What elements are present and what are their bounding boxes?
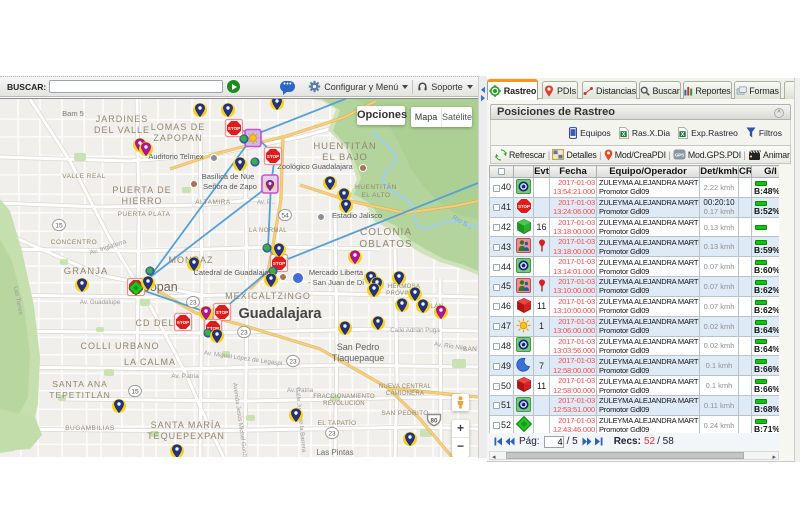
svg-text:GPS: GPS: [675, 153, 684, 158]
svg-text:15: 15: [55, 222, 63, 229]
svg-text:X: X: [681, 132, 685, 138]
svg-text:15: 15: [131, 388, 139, 395]
svg-text:23: 23: [240, 329, 248, 336]
svg-text:54: 54: [281, 212, 289, 219]
svg-text:STOP: STOP: [518, 204, 530, 209]
svg-text:23: 23: [328, 430, 336, 437]
svg-text:X: X: [622, 132, 626, 138]
svg-text:80: 80: [431, 418, 438, 425]
svg-text:23: 23: [289, 358, 297, 365]
svg-text:23: 23: [189, 299, 197, 306]
